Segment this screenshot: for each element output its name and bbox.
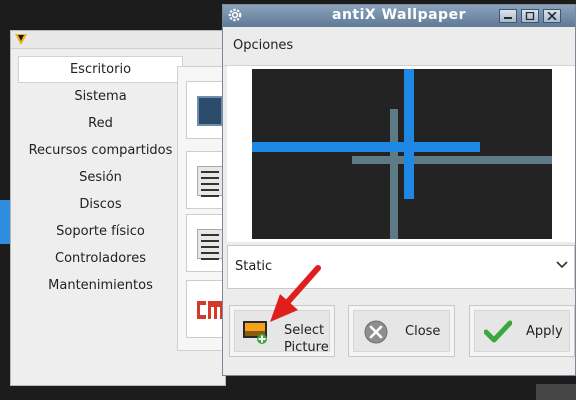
preview-blue-horizontal-bar: [252, 142, 480, 152]
preview-area: [227, 66, 575, 242]
sidebar-item-soporte-fisico[interactable]: Soporte físico: [18, 218, 183, 245]
close-button[interactable]: Close: [348, 305, 455, 357]
close-window-button[interactable]: [543, 9, 561, 23]
sidebar-item-escritorio[interactable]: Escritorio: [18, 56, 183, 83]
sidebar-item-sesion[interactable]: Sesión: [18, 164, 183, 191]
red-app-icon: [197, 301, 222, 319]
preview-blue-vertical-bar: [404, 69, 414, 199]
sidebar-item-controladores[interactable]: Controladores: [18, 245, 183, 272]
minimize-icon: [504, 17, 512, 19]
checkmark-icon: [484, 320, 512, 343]
desktop-panel-corner: [536, 384, 576, 400]
select-picture-button[interactable]: Select Picture: [229, 305, 335, 357]
sidebar-item-sistema[interactable]: Sistema: [18, 83, 183, 110]
mode-dropdown[interactable]: Static: [227, 245, 575, 289]
document-icon: [197, 166, 223, 197]
close-circle-icon: [364, 320, 388, 344]
chevron-down-icon: [556, 261, 568, 269]
sidebar-item-discos[interactable]: Discos: [18, 191, 183, 218]
menu-opciones[interactable]: Opciones: [233, 38, 293, 53]
wallpaper-window: antiX Wallpaper Opciones Static Select P…: [222, 4, 576, 376]
add-image-icon: [243, 321, 267, 344]
wallpaper-preview: [252, 69, 552, 239]
preview-gray-vertical-bar: [390, 109, 398, 239]
antix-logo-icon: [15, 34, 27, 45]
document-icon: [197, 229, 223, 260]
desktop-edge: [0, 200, 10, 244]
apply-button[interactable]: Apply: [469, 305, 575, 357]
control-centre-titlebar: [11, 31, 225, 49]
control-centre-window: Escritorio Sistema Red Recursos comparti…: [10, 30, 229, 386]
close-icon: [547, 12, 557, 20]
sidebar-item-recursos-compartidos[interactable]: Recursos compartidos: [18, 137, 183, 164]
close-label: Close: [405, 324, 441, 339]
maximize-button[interactable]: [521, 9, 539, 23]
sidebar-item-mantenimientos[interactable]: Mantenimientos: [18, 272, 183, 299]
window-titlebar[interactable]: antiX Wallpaper: [223, 5, 575, 27]
preview-gray-horizontal-bar: [352, 156, 552, 164]
maximize-icon: [525, 12, 535, 20]
mode-dropdown-value: Static: [235, 259, 273, 274]
sidebar-item-red[interactable]: Red: [18, 110, 183, 137]
apply-label: Apply: [526, 324, 563, 339]
select-picture-label: Select Picture: [284, 323, 329, 355]
menu-bar: Opciones: [223, 28, 575, 66]
monitor-icon: [197, 96, 223, 126]
category-sidebar: Escritorio Sistema Red Recursos comparti…: [18, 56, 183, 299]
minimize-button[interactable]: [499, 9, 517, 23]
